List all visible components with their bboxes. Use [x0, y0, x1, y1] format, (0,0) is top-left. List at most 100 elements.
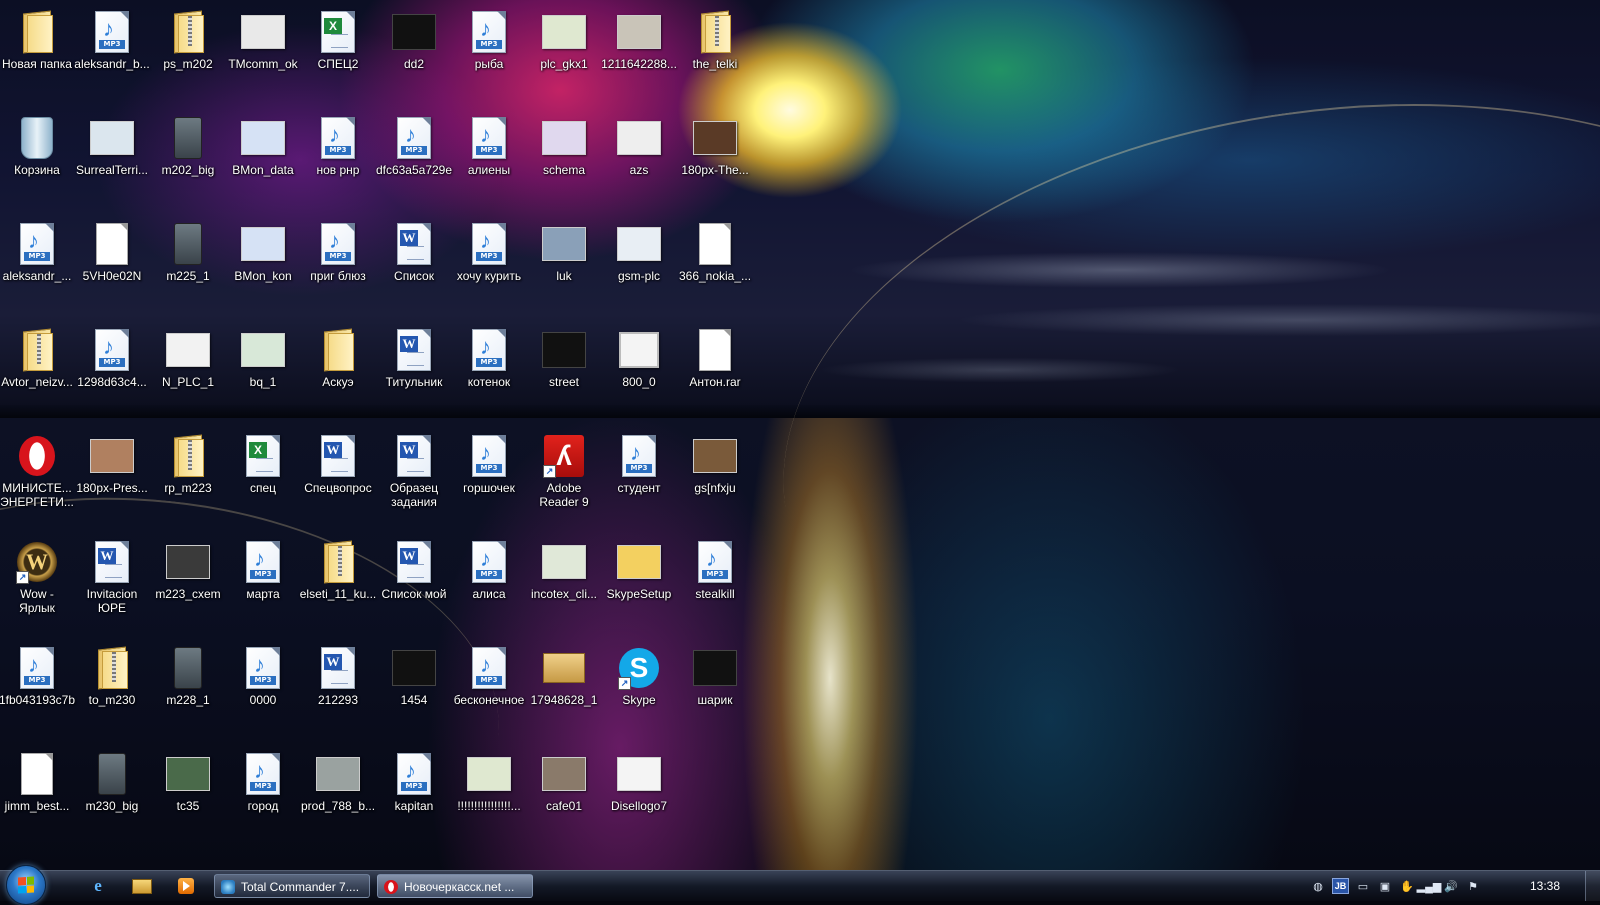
desktop-icon-спецвопрос[interactable]: W Спецвопрос: [301, 426, 375, 530]
desktop-icon-министе-энергети[interactable]: МИНИСТЕ... ЭНЕРГЕТИ...: [0, 426, 74, 530]
desktop-icon-ps-m202[interactable]: ps_m202: [151, 2, 225, 106]
device-icon[interactable]: ▣: [1377, 878, 1393, 894]
desktop-icon-street[interactable]: street: [527, 320, 601, 424]
desktop-icon-алиены[interactable]: ♪ MP3 алиены: [452, 108, 526, 212]
desktop-icon-366-nokia[interactable]: 366_nokia_...: [678, 214, 752, 318]
desktop-icon-jimm-best[interactable]: jimm_best...: [0, 744, 74, 848]
signal-icon[interactable]: ▂▄▆: [1417, 878, 1442, 894]
desktop-icon-gsm-plc[interactable]: gsm-plc: [602, 214, 676, 318]
desktop-icon-kapitan[interactable]: ♪ MP3 kapitan: [377, 744, 451, 848]
desktop-icon-invitacion-юре[interactable]: W Invitacion ЮРЕ: [75, 532, 149, 636]
explorer-icon[interactable]: [132, 877, 152, 895]
desktop-icon-to-m230[interactable]: to_m230: [75, 638, 149, 742]
desktop-icon-dd2[interactable]: dd2: [377, 2, 451, 106]
desktop-icon-горшочек[interactable]: ♪ MP3 горшочек: [452, 426, 526, 530]
desktop-icon-титульник[interactable]: W Титульник: [377, 320, 451, 424]
desktop-icon-plc-gkx1[interactable]: plc_gkx1: [527, 2, 601, 106]
desktop-icon-1fb043193c7b[interactable]: ♪ MP3 1fb043193c7b: [0, 638, 75, 742]
desktop-icon-rp-m223[interactable]: rp_m223: [151, 426, 225, 530]
desktop-icon-5vh0e02n[interactable]: 5VH0e02N: [75, 214, 149, 318]
desktop-icon-1454[interactable]: 1454: [377, 638, 451, 742]
desktop-icon-aleksandr[interactable]: ♪ MP3 aleksandr_...: [0, 214, 74, 318]
desktop-icon-disellogo7[interactable]: Disellogo7: [602, 744, 676, 848]
desktop-icon-город[interactable]: ♪ MP3 город: [226, 744, 300, 848]
desktop-icon-новая-папка[interactable]: Новая папка: [0, 2, 74, 106]
network-globe-icon[interactable]: ◍: [1310, 878, 1326, 894]
folder-icon: [15, 10, 59, 54]
desktop-icon-stealkill[interactable]: ♪ MP3 stealkill: [678, 532, 752, 636]
desktop-icon-adobe-reader-9[interactable]: ʎ ↗ Adobe Reader 9: [527, 426, 601, 530]
desktop-icon-tmcomm-ok[interactable]: TMcomm_ok: [226, 2, 300, 106]
desktop-icon-azs[interactable]: azs: [602, 108, 676, 212]
desktop-icon-котенок[interactable]: ♪ MP3 котенок: [452, 320, 526, 424]
desktop-icon-17948628-1[interactable]: 17948628_1: [527, 638, 601, 742]
desktop-icon-aleksandr-b[interactable]: ♪ MP3 aleksandr_b...: [74, 2, 150, 106]
desktop-icon-приг-блюз[interactable]: ♪ MP3 приг блюз: [301, 214, 375, 318]
desktop-icon-нов-рнр[interactable]: ♪ MP3 нов рнр: [301, 108, 375, 212]
desktop-icon-212293[interactable]: W 212293: [301, 638, 375, 742]
language-indicator[interactable]: JB: [1332, 878, 1349, 894]
desktop-icon-рыба[interactable]: ♪ MP3 рыба: [452, 2, 526, 106]
security-icon[interactable]: ✋: [1399, 878, 1415, 894]
desktop-icon-n-plc-1[interactable]: N_PLC_1: [151, 320, 225, 424]
desktop-icon-бесконечное[interactable]: ♪ MP3 бесконечное: [452, 638, 526, 742]
desktop-icon-skypesetup[interactable]: SkypeSetup: [602, 532, 676, 636]
volume-icon[interactable]: 🔊: [1443, 878, 1459, 894]
desktop-icon-cafe01[interactable]: cafe01: [527, 744, 601, 848]
desktop-icon-avtor-neizv[interactable]: Avtor_neizv...: [0, 320, 74, 424]
desktop-icon-хочу-курить[interactable]: ♪ MP3 хочу курить: [452, 214, 526, 318]
desktop-icon-schema[interactable]: schema: [527, 108, 601, 212]
desktop-icon-1298d63c4[interactable]: ♪ MP3 1298d63c4...: [75, 320, 149, 424]
desktop-icon-студент[interactable]: ♪ MP3 студент: [602, 426, 676, 530]
desktop-icon-elseti-11-ku[interactable]: elseti_11_ku...: [300, 532, 376, 636]
show-desktop-button[interactable]: [1585, 871, 1600, 901]
desktop-icon-label: N_PLC_1: [161, 375, 215, 389]
desktop-icon-алиса[interactable]: ♪ MP3 алиса: [452, 532, 526, 636]
taskbar-button-opera[interactable]: Новочеркасск.net ...: [377, 874, 533, 898]
taskbar-button-total-commander[interactable]: Total Commander 7....: [214, 874, 370, 898]
desktop-icon-марта[interactable]: ♪ MP3 марта: [226, 532, 300, 636]
image-thumbnail-icon: [166, 328, 210, 372]
desktop-icon-bmon-data[interactable]: BMon_data: [226, 108, 300, 212]
desktop-icon-bq-1[interactable]: bq_1: [226, 320, 300, 424]
desktop-icon-образец-задания[interactable]: W Образец задания: [377, 426, 451, 530]
internet-explorer-icon[interactable]: e: [88, 876, 108, 895]
desktop-icon-m225-1[interactable]: m225_1: [151, 214, 225, 318]
desktop-icon-спец[interactable]: Xспец: [226, 426, 300, 530]
desktop-icon-the-telki[interactable]: the_telki: [678, 2, 752, 106]
desktop-icon-спец2[interactable]: X СПЕЦ2: [301, 2, 375, 106]
desktop-icon-список-мой[interactable]: W Список мой: [377, 532, 451, 636]
desktop-icon-area: Новая папка ♪ MP3 aleksandr_b... ps_m202 TMco…: [0, 0, 1600, 870]
desktop-icon-m223-cxem[interactable]: m223_cxem: [151, 532, 225, 636]
desktop-icon-m202-big[interactable]: m202_big: [151, 108, 225, 212]
start-button[interactable]: [6, 865, 46, 905]
desktop-icon-антон-rar[interactable]: Антон.rar: [678, 320, 752, 424]
desktop-icon-gs-nfxju[interactable]: gs[nfxju: [678, 426, 752, 530]
desktop-icon-bmon-kon[interactable]: BMon_kon: [226, 214, 300, 318]
monitor-icon[interactable]: ▭: [1355, 878, 1371, 894]
clock[interactable]: 13:38: [1530, 871, 1560, 901]
desktop-icon-wow-ярлык[interactable]: W ↗ Wow - Ярлык: [0, 532, 74, 636]
desktop-icon-prod-788-b[interactable]: prod_788_b...: [301, 744, 375, 848]
desktop-icon-label: шарик: [697, 693, 733, 707]
desktop-icon-корзина[interactable]: Корзина: [0, 108, 74, 212]
action-center-flag-icon[interactable]: ⚑: [1465, 878, 1481, 894]
desktop-icon-шарик[interactable]: шарик: [678, 638, 752, 742]
media-player-icon[interactable]: [176, 877, 196, 895]
desktop-icon-m228-1[interactable]: m228_1: [151, 638, 225, 742]
desktop-icon-180px-pres[interactable]: 180px-Pres...: [75, 426, 149, 530]
desktop-icon-dfc63a5a729e[interactable]: ♪ MP3 dfc63a5a729e: [376, 108, 452, 212]
desktop-icon-список[interactable]: W Список: [377, 214, 451, 318]
desktop-icon-аскуэ[interactable]: Аскуэ: [301, 320, 375, 424]
desktop-icon-incotex-cli[interactable]: incotex_cli...: [527, 532, 601, 636]
desktop-icon-luk[interactable]: luk: [527, 214, 601, 318]
desktop-icon-surrealterri[interactable]: SurrealTerri...: [75, 108, 149, 212]
desktop-icon-tc35[interactable]: tc35: [151, 744, 225, 848]
desktop-icon-180px-the[interactable]: 180px-The...: [678, 108, 752, 212]
desktop-icon-800-0[interactable]: 800_0: [602, 320, 676, 424]
desktop-icon-skype[interactable]: S ↗ Skype: [602, 638, 676, 742]
desktop-icon-0000[interactable]: ♪ MP3 0000: [226, 638, 300, 742]
desktop-icon-item[interactable]: !!!!!!!!!!!!!!!!...: [452, 744, 526, 848]
desktop-icon-1211642288[interactable]: 1211642288...: [601, 2, 677, 106]
desktop-icon-m230-big[interactable]: m230_big: [75, 744, 149, 848]
